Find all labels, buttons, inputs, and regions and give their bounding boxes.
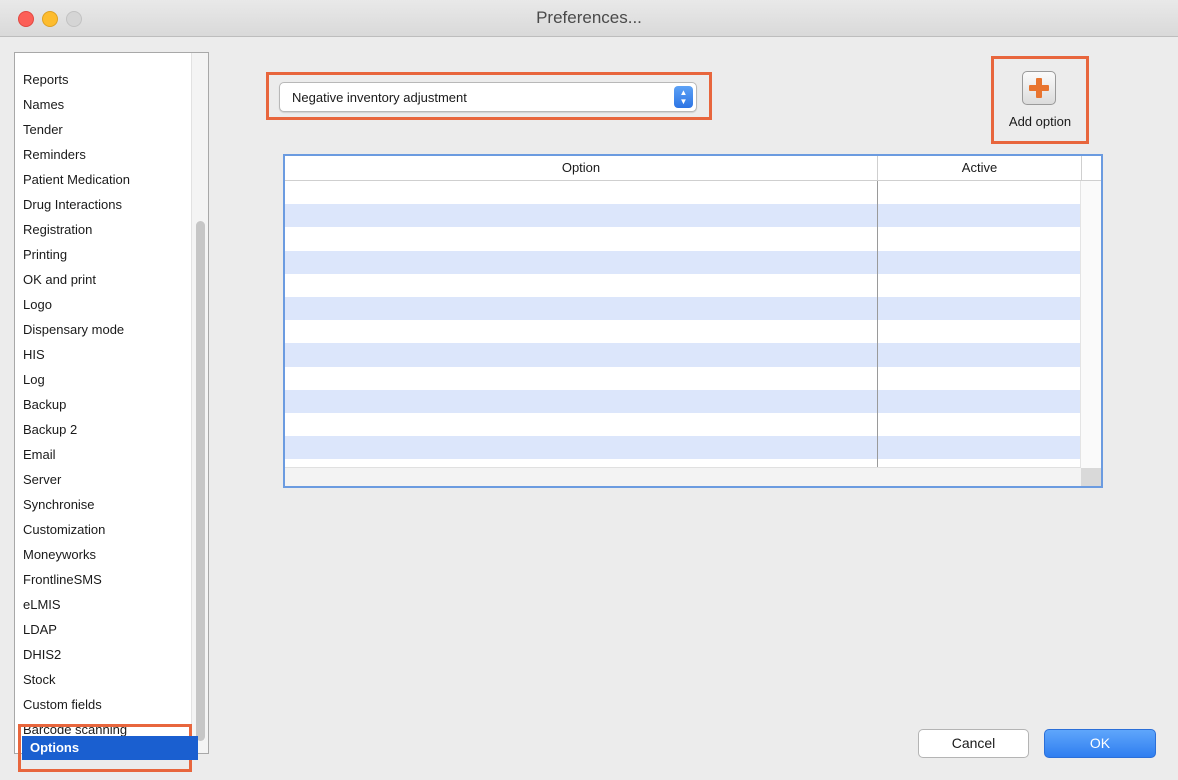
table-row[interactable]	[285, 204, 1081, 228]
sidebar-item[interactable]: HIS	[15, 342, 192, 367]
sidebar-item[interactable]: Email	[15, 442, 192, 467]
options-table[interactable]: Option Active	[283, 154, 1103, 488]
sidebar-item-clipped[interactable]	[15, 53, 192, 67]
sidebar-item[interactable]: Printing	[15, 242, 192, 267]
table-row[interactable]	[285, 250, 1081, 274]
add-option-button[interactable]: Add option	[994, 59, 1086, 141]
sidebar-list: Reports Names Tender Reminders Patient Medic…	[15, 53, 192, 742]
sidebar-item[interactable]: Backup	[15, 392, 192, 417]
table-row[interactable]	[285, 366, 1081, 390]
sidebar-scroll-thumb[interactable]	[196, 221, 205, 741]
scroll-corner	[1081, 468, 1101, 486]
sidebar-item[interactable]: Patient Medication	[15, 167, 192, 192]
sidebar-item[interactable]: Customization	[15, 517, 192, 542]
sidebar-item[interactable]: Logo	[15, 292, 192, 317]
table-row[interactable]	[285, 296, 1081, 321]
option-type-value: Negative inventory adjustment	[292, 90, 467, 105]
sidebar-item[interactable]: Server	[15, 467, 192, 492]
table-row[interactable]	[285, 389, 1081, 413]
preferences-sidebar: Reports Names Tender Reminders Patient Medic…	[14, 52, 209, 754]
sidebar-item[interactable]: LDAP	[15, 617, 192, 642]
select-stepper-icon: ▲ ▼	[674, 86, 693, 108]
table-body	[285, 181, 1081, 460]
column-header-option[interactable]: Option	[285, 156, 878, 180]
add-icon	[1022, 71, 1056, 105]
sidebar-item[interactable]: eLMIS	[15, 592, 192, 617]
table-row[interactable]	[285, 343, 1081, 367]
sidebar-item[interactable]: Synchronise	[15, 492, 192, 517]
table-vertical-scrollbar[interactable]	[1080, 181, 1101, 468]
table-row[interactable]	[285, 227, 1081, 251]
table-header: Option Active	[285, 156, 1101, 181]
sidebar-item[interactable]: Backup 2	[15, 417, 192, 442]
table-row[interactable]	[285, 181, 1081, 205]
window-title: Preferences...	[536, 8, 642, 27]
sidebar-item[interactable]: Custom fields	[15, 692, 192, 717]
option-type-select[interactable]: Negative inventory adjustment ▲ ▼	[279, 82, 697, 112]
add-option-label: Add option	[1008, 114, 1072, 129]
table-horizontal-scrollbar[interactable]	[285, 467, 1081, 486]
sidebar-item[interactable]: Moneyworks	[15, 542, 192, 567]
column-header-active[interactable]: Active	[878, 156, 1082, 180]
title-bar: Preferences...	[0, 0, 1178, 37]
sidebar-item[interactable]: Reminders	[15, 142, 192, 167]
sidebar-item[interactable]: Tender	[15, 117, 192, 142]
sidebar-item[interactable]: Stock	[15, 667, 192, 692]
sidebar-item[interactable]: DHIS2	[15, 642, 192, 667]
column-divider	[877, 181, 878, 468]
highlight-options: Options	[18, 724, 198, 772]
sidebar-item-options[interactable]: Options	[22, 736, 198, 760]
sidebar-scrollbar[interactable]	[191, 53, 208, 753]
table-row[interactable]	[285, 412, 1081, 437]
sidebar-item[interactable]: Dispensary mode	[15, 317, 192, 342]
sidebar-item[interactable]: Log	[15, 367, 192, 392]
cancel-button[interactable]: Cancel	[918, 729, 1029, 758]
sidebar-item[interactable]: Names	[15, 92, 192, 117]
table-row[interactable]	[285, 273, 1081, 297]
table-row[interactable]	[285, 436, 1081, 460]
table-row[interactable]	[285, 320, 1081, 344]
sidebar-item[interactable]: Reports	[15, 67, 192, 92]
sidebar-item[interactable]: OK and print	[15, 267, 192, 292]
sidebar-item[interactable]: Drug Interactions	[15, 192, 192, 217]
ok-button[interactable]: OK	[1044, 729, 1156, 758]
sidebar-item[interactable]: Registration	[15, 217, 192, 242]
sidebar-item[interactable]: FrontlineSMS	[15, 567, 192, 592]
